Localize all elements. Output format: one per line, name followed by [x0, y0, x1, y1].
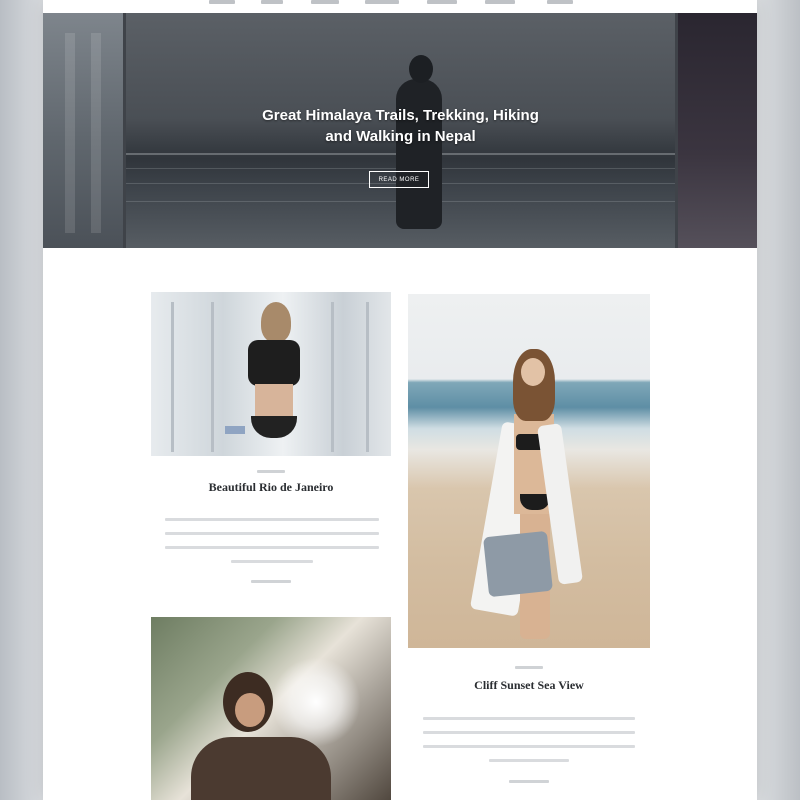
- top-nav: [43, 0, 757, 12]
- post-excerpt-line: [489, 759, 569, 762]
- nav-item-travel[interactable]: [261, 0, 283, 4]
- window-frame: [171, 302, 174, 452]
- post-excerpt-line: [165, 546, 379, 549]
- post-image-cliff[interactable]: [408, 294, 650, 648]
- nav-item-home[interactable]: [209, 0, 235, 4]
- hero-pillar: [91, 33, 101, 233]
- post-image-sunlight[interactable]: [151, 617, 391, 800]
- post-category[interactable]: [515, 666, 543, 669]
- model-top: [248, 340, 300, 386]
- window-frame: [366, 302, 369, 452]
- model-towel: [483, 530, 553, 598]
- hero-pillar: [65, 33, 75, 233]
- hero-prev-slide[interactable]: [43, 13, 123, 248]
- post-title[interactable]: Beautiful Rio de Janeiro: [151, 480, 391, 495]
- model-hair: [261, 302, 291, 342]
- post-excerpt-line: [423, 717, 635, 720]
- nav-item-beauty[interactable]: [427, 0, 457, 4]
- post-excerpt-line: [231, 560, 313, 563]
- model-torso: [255, 384, 293, 418]
- hero-title: Great Himalaya Trails, Trekking, Hiking …: [126, 105, 675, 147]
- window-frame: [331, 302, 334, 452]
- sun-flare: [271, 657, 361, 747]
- page: Great Himalaya Trails, Trekking, Hiking …: [43, 0, 757, 800]
- post-excerpt-line: [423, 745, 635, 748]
- nav-item-contact[interactable]: [547, 0, 573, 4]
- post-image-rio[interactable]: [151, 292, 391, 456]
- post-read-more-link[interactable]: [251, 580, 291, 583]
- model-shoulder: [191, 737, 331, 800]
- hero-read-more-button[interactable]: READ MORE: [369, 171, 429, 188]
- hero-title-line1: Great Himalaya Trails, Trekking, Hiking: [262, 107, 539, 124]
- nav-item-features[interactable]: [485, 0, 515, 4]
- hero-slider[interactable]: Great Himalaya Trails, Trekking, Hiking …: [43, 13, 757, 248]
- model-bottom: [251, 416, 297, 438]
- nav-item-lifestyle[interactable]: [311, 0, 339, 4]
- post-title[interactable]: Cliff Sunset Sea View: [408, 678, 650, 693]
- hero-next-slide[interactable]: [678, 13, 757, 248]
- hero-person-body: [396, 79, 442, 229]
- window-frame: [211, 302, 214, 452]
- post-image-tag: [225, 426, 245, 434]
- post-read-more-link[interactable]: [509, 780, 549, 783]
- post-excerpt-line: [165, 532, 379, 535]
- nav-item-fashion[interactable]: [365, 0, 399, 4]
- post-category[interactable]: [257, 470, 285, 473]
- model-face: [235, 693, 265, 727]
- hero-title-line2: and Walking in Nepal: [325, 128, 476, 145]
- post-excerpt-line: [165, 518, 379, 521]
- post-excerpt-line: [423, 731, 635, 734]
- hero-person-head: [409, 55, 433, 83]
- model-face: [521, 358, 545, 386]
